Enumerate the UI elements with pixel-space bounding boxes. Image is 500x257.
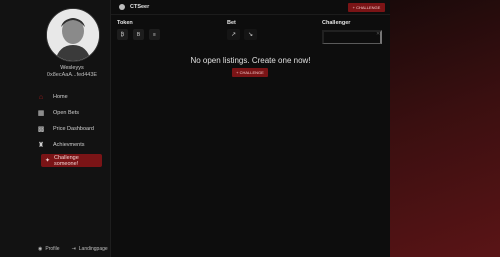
top-bar: CTSeer + CHALLENGE <box>111 0 390 15</box>
app-title: CTSeer <box>130 4 150 10</box>
challenge-someone-button[interactable]: ✦ Challenge someone! <box>41 154 102 167</box>
profile-label: Profile <box>45 246 60 252</box>
column-header-challenger: Challenger <box>322 20 351 26</box>
sidebar-item-home[interactable]: ⌂ Home <box>36 89 94 105</box>
sidebar-item-label: Price Dashboard <box>53 126 94 132</box>
bet-down-button[interactable]: ↘ <box>244 29 257 40</box>
background-gradient <box>390 0 500 257</box>
sidebar-footer: ◉ Profile ⇥ Landingpage <box>38 246 108 252</box>
bet-up-button[interactable]: ↗ <box>227 29 240 40</box>
sidebar: Wesleyys 0x8ecAaA...fed443E ⌂ Home ▦ Ope… <box>0 0 111 257</box>
sidebar-item-price-dashboard[interactable]: ▩ Price Dashboard <box>36 121 94 137</box>
calendar-icon: ▦ <box>37 110 45 117</box>
sidebar-item-open-bets[interactable]: ▦ Open Bets <box>36 105 94 121</box>
landingpage-link[interactable]: ⇥ Landingpage <box>72 246 108 252</box>
column-header-token: Token <box>117 20 133 26</box>
sidebar-nav: ⌂ Home ▦ Open Bets ▩ Price Dashboard ♜ A… <box>36 89 94 153</box>
profile-icon: ◉ <box>38 246 43 252</box>
challenge-someone-label: Challenge someone! <box>54 154 79 167</box>
profile-link[interactable]: ◉ Profile <box>38 246 60 252</box>
clear-icon[interactable]: ✕ <box>376 31 380 37</box>
avatar[interactable] <box>46 8 100 62</box>
column-header-bet: Bet <box>227 20 236 26</box>
empty-state-message: No open listings. Create one now! <box>190 56 311 65</box>
token-btc-button[interactable]: ₿ <box>117 29 128 40</box>
sidebar-item-label: Home <box>53 94 68 100</box>
home-icon: ⌂ <box>38 93 44 101</box>
grid-icon: ▩ <box>37 126 45 133</box>
challenger-input[interactable] <box>322 30 382 44</box>
header-challenge-button[interactable]: + CHALLENGE <box>348 3 385 12</box>
sidebar-item-label: Achievments <box>53 142 85 148</box>
sidebar-item-label: Open Bets <box>53 110 79 116</box>
trophy-icon: ♜ <box>37 142 45 149</box>
landingpage-label: Landingpage <box>78 246 108 252</box>
twitter-icon: ✦ <box>45 158 51 164</box>
token-list-button[interactable]: ≡ <box>149 29 160 40</box>
logo-icon <box>119 4 125 10</box>
main-panel: CTSeer + CHALLENGE Token Bet Challenger … <box>111 0 390 257</box>
logout-icon: ⇥ <box>71 246 76 252</box>
empty-state-challenge-button[interactable]: + CHALLENGE <box>232 68 268 77</box>
token-b-button[interactable]: B <box>133 29 144 40</box>
sidebar-item-achievements[interactable]: ♜ Achievments <box>36 137 94 153</box>
